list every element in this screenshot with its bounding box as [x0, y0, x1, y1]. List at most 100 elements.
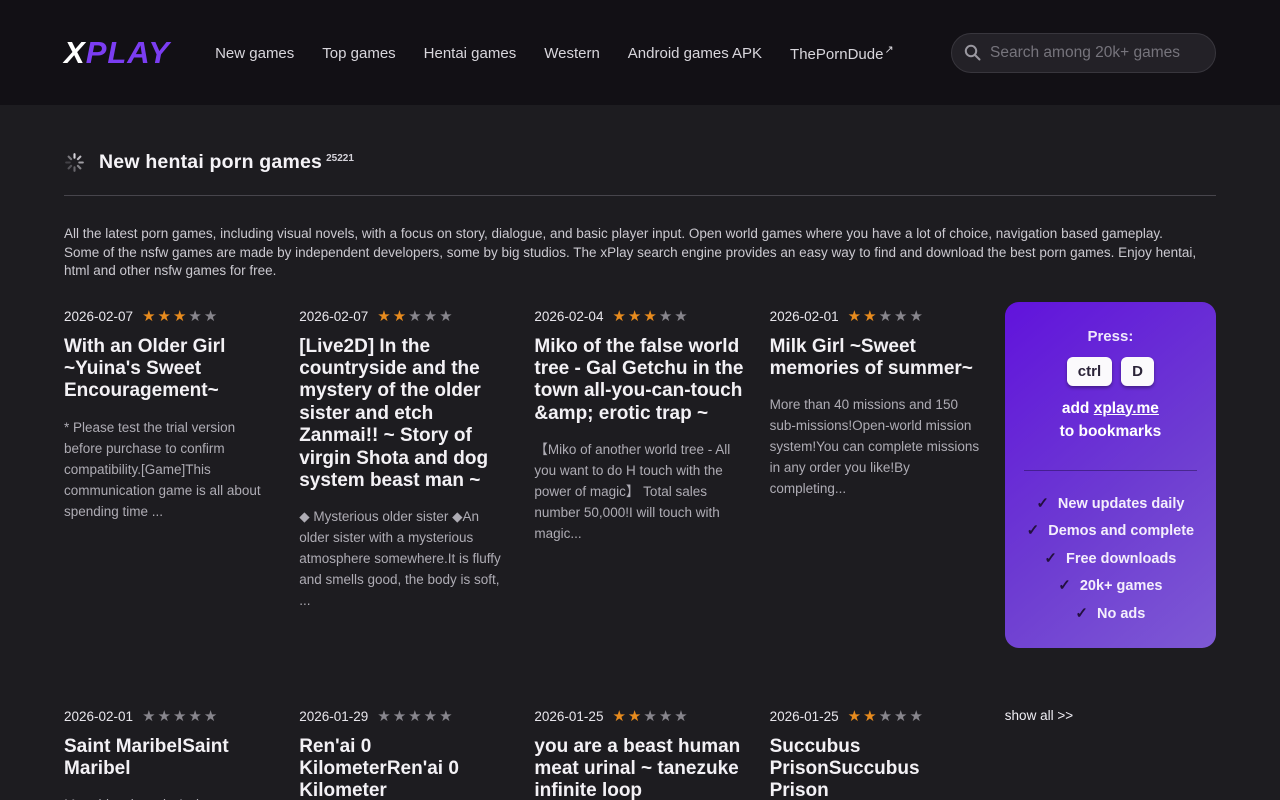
- game-title[interactable]: With an Older Girl ~Yuina's Sweet Encour…: [64, 336, 275, 403]
- game-card-meta: 2026-02-07 ★★★★★: [64, 302, 275, 324]
- star-icon: ★: [188, 309, 201, 324]
- star-icon: ★: [612, 709, 625, 724]
- logo-text-x: X: [64, 35, 86, 70]
- star-rating: ★★★★★: [142, 709, 217, 724]
- game-title[interactable]: [Live2D] In the countryside and the myst…: [299, 336, 510, 493]
- nav-link-label: Western: [544, 45, 600, 62]
- game-title[interactable]: Milk Girl ~Sweet memories of summer~: [770, 336, 981, 381]
- star-icon: ★: [377, 709, 390, 724]
- external-link-icon: ↗: [884, 44, 893, 56]
- game-date: 2026-02-04: [534, 309, 603, 324]
- star-icon: ★: [674, 309, 687, 324]
- game-card-meta: 2026-02-04 ★★★★★: [534, 302, 745, 324]
- star-icon: ★: [863, 709, 876, 724]
- star-icon: ★: [909, 309, 922, 324]
- game-description: ◆ Mysterious older sister ◆An older sist…: [299, 506, 510, 611]
- spinner-icon: [64, 152, 85, 173]
- check-icon: ✓: [1058, 577, 1071, 594]
- game-date: 2026-01-29: [299, 709, 368, 724]
- nav-link[interactable]: New games: [215, 43, 295, 62]
- star-icon: ★: [612, 309, 625, 324]
- star-icon: ★: [173, 309, 186, 324]
- promo-keys: ctrl D: [1019, 357, 1202, 386]
- game-date: 2026-02-07: [299, 309, 368, 324]
- nav-link[interactable]: Hentai games: [424, 43, 518, 62]
- heading-divider: [64, 195, 1216, 196]
- star-icon: ★: [173, 709, 186, 724]
- search-input[interactable]: [990, 44, 1203, 62]
- promo-add-label: add: [1062, 400, 1090, 417]
- game-date: 2026-02-01: [770, 309, 839, 324]
- logo-text-play: PLAY: [86, 35, 170, 70]
- game-title[interactable]: Miko of the false world tree - Gal Getch…: [534, 336, 745, 426]
- game-title[interactable]: you are a beast human meat urinal ~ tane…: [534, 736, 745, 800]
- game-card[interactable]: 2026-02-07 ★★★★★ With an Older Girl ~Yui…: [64, 302, 275, 702]
- star-icon: ★: [848, 709, 861, 724]
- star-icon: ★: [643, 709, 656, 724]
- star-rating: ★★★★★: [612, 709, 687, 724]
- star-rating: ★★★★★: [377, 709, 452, 724]
- check-icon: ✓: [1036, 495, 1049, 512]
- star-icon: ★: [204, 709, 217, 724]
- page-title-text: New hentai porn games: [99, 151, 322, 173]
- promo-add-line: add xplay.me: [1019, 400, 1202, 418]
- game-description: 【Miko of another world tree - All you wa…: [534, 439, 745, 544]
- main-content: New hentai porn games25221 All the lates…: [64, 105, 1216, 800]
- keycap-ctrl[interactable]: ctrl: [1067, 357, 1112, 386]
- promo-feature-list: ✓New updates daily✓Demos and complete✓Fr…: [1019, 494, 1202, 622]
- game-card-meta: 2026-01-29 ★★★★★: [299, 702, 510, 724]
- nav-link-label: ThePornDude: [790, 46, 883, 63]
- game-title[interactable]: Succubus PrisonSuccubus Prison: [770, 736, 981, 800]
- games-grid: Press: ctrlD add xplay.me to bookmarks ✓…: [64, 302, 1216, 800]
- promo-feature: ✓Free downloads: [1019, 549, 1202, 567]
- star-rating: ★★★★★: [377, 309, 452, 324]
- star-icon: ★: [188, 709, 201, 724]
- nav-link[interactable]: Top games: [322, 43, 396, 62]
- game-card[interactable]: 2026-01-25 ★★★★★ you are a beast human m…: [534, 702, 745, 800]
- nav-link[interactable]: Western: [544, 43, 601, 62]
- game-description: More than 40 missions and 150 sub-missio…: [770, 394, 981, 499]
- game-card[interactable]: 2026-02-01 ★★★★★ Saint MaribelSaint Mari…: [64, 702, 275, 800]
- promo-divider: [1024, 470, 1197, 471]
- star-icon: ★: [393, 709, 406, 724]
- game-card[interactable]: 2026-01-29 ★★★★★ Ren'ai 0 KilometerRen'a…: [299, 702, 510, 800]
- star-icon: ★: [158, 709, 171, 724]
- show-all-link[interactable]: show all >>: [1005, 708, 1073, 723]
- promo-feature: ✓20k+ games: [1019, 576, 1202, 594]
- promo-feature-label: No ads: [1097, 606, 1145, 622]
- star-icon: ★: [879, 709, 892, 724]
- page-title: New hentai porn games25221: [99, 151, 354, 174]
- nav-link-label: New games: [215, 45, 294, 62]
- search-box[interactable]: [951, 33, 1216, 73]
- game-title[interactable]: Ren'ai 0 KilometerRen'ai 0 Kilometer: [299, 736, 510, 800]
- game-card[interactable]: 2026-02-07 ★★★★★ [Live2D] In the country…: [299, 302, 510, 702]
- search-icon: [964, 44, 981, 61]
- promo-feature: ✓ New updates daily: [1019, 494, 1202, 512]
- star-rating: ★★★★★: [142, 309, 217, 324]
- star-icon: ★: [142, 309, 155, 324]
- game-card-meta: 2026-02-01 ★★★★★: [64, 702, 275, 724]
- nav-link[interactable]: Android games APK: [628, 43, 763, 62]
- star-icon: ★: [424, 709, 437, 724]
- game-card[interactable]: 2026-02-01 ★★★★★ Milk Girl ~Sweet memori…: [770, 302, 981, 702]
- promo-feature-label: New updates daily: [1058, 496, 1185, 512]
- site-logo[interactable]: XPLAY: [64, 35, 170, 71]
- star-rating: ★★★★★: [848, 309, 923, 324]
- nav-link-label: Hentai games: [424, 45, 517, 62]
- game-card[interactable]: 2026-01-25 ★★★★★ Succubus PrisonSuccubus…: [770, 702, 981, 800]
- promo-feature: ✓Demos and complete: [1019, 521, 1202, 539]
- promo-feature-label: Demos and complete: [1048, 523, 1194, 539]
- xplay-me-link[interactable]: xplay.me: [1094, 400, 1159, 417]
- star-icon: ★: [393, 309, 406, 324]
- star-icon: ★: [408, 709, 421, 724]
- promo-press-label: Press:: [1019, 328, 1202, 345]
- promo-feature-label: Free downloads: [1066, 551, 1176, 567]
- nav-link[interactable]: ThePornDude↗: [790, 43, 894, 63]
- keycap-d[interactable]: D: [1121, 357, 1154, 386]
- star-icon: ★: [439, 309, 452, 324]
- star-icon: ★: [204, 309, 217, 324]
- promo-feature: ✓No ads: [1019, 604, 1202, 622]
- bookmark-promo-box: Press: ctrlD add xplay.me to bookmarks ✓…: [1005, 302, 1216, 648]
- game-title[interactable]: Saint MaribelSaint Maribel: [64, 736, 275, 781]
- game-card[interactable]: 2026-02-04 ★★★★★ Miko of the false world…: [534, 302, 745, 702]
